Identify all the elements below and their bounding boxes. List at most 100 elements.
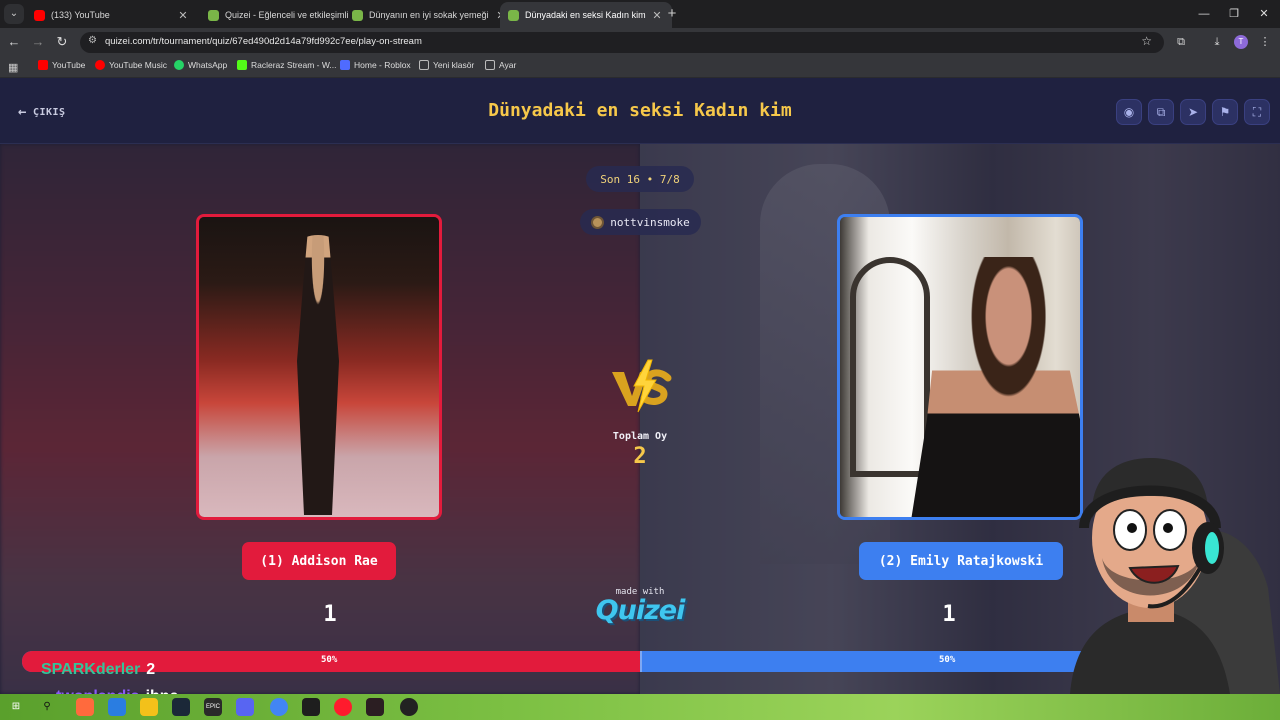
winrar-icon[interactable] [302, 698, 320, 716]
flag-icon[interactable]: ⚑ [1212, 99, 1238, 125]
whatsapp-icon [174, 60, 184, 70]
close-window-icon[interactable]: ✕ [1248, 4, 1280, 24]
search-icon[interactable]: ⚲ [38, 698, 56, 716]
folder-icon [419, 60, 429, 70]
url-bar[interactable]: ⚙ quizei.com/tr/tournament/quiz/67ed490d… [80, 32, 1164, 53]
chrome-icon[interactable] [270, 698, 288, 716]
bookmark-folder-ayar[interactable]: Ayar [485, 60, 516, 70]
profile-avatar[interactable]: T [1234, 35, 1248, 49]
youtube-icon [34, 9, 45, 21]
streamer-badge: nottvinsmoke [580, 209, 701, 235]
back-icon[interactable]: ← [4, 33, 24, 51]
chat-message-1: SPARKderler 2 [41, 661, 155, 679]
bookmark-label: Racleraz Stream - W... [251, 60, 337, 70]
close-tab-icon[interactable]: ✕ [650, 9, 664, 22]
chat-user: SPARKderler [41, 661, 141, 678]
steam-icon[interactable] [172, 698, 190, 716]
total-votes-label: Toplam Oy [612, 431, 668, 442]
address-bar-row: ← → ↻ ⚙ quizei.com/tr/tournament/quiz/67… [0, 28, 1280, 56]
bookmark-whatsapp[interactable]: WhatsApp [174, 60, 227, 70]
restore-icon[interactable]: ❐ [1218, 4, 1250, 24]
vote-count-1: 1 [323, 602, 337, 627]
bookmark-label: YouTube Music [109, 60, 167, 70]
file-explorer-icon[interactable] [140, 698, 158, 716]
tab-title: Dünyanın en iyi sokak yemeği [369, 10, 489, 20]
folder-icon [485, 60, 495, 70]
capcut-icon[interactable] [366, 698, 384, 716]
roblox-icon [340, 60, 350, 70]
bookmark-roblox[interactable]: Home - Roblox [340, 60, 411, 70]
quizei-icon [508, 9, 519, 21]
fullscreen-icon[interactable]: ⛶ [1244, 99, 1270, 125]
quizei-icon [352, 9, 363, 21]
exit-label: ÇIKIŞ [32, 106, 66, 118]
extensions-icon[interactable]: ⧉ [1172, 34, 1190, 50]
apps-grid-icon[interactable]: ▦ [8, 61, 18, 74]
eye-icon[interactable]: ◉ [1116, 99, 1142, 125]
streamer-webcam-overlay [1070, 458, 1280, 694]
kick-icon [237, 60, 247, 70]
vote-button-2[interactable]: (2) Emily Ratajkowski [859, 542, 1063, 580]
windows-taskbar: ⊞ ⚲ EPIC [0, 694, 1280, 720]
new-tab-icon[interactable]: + [664, 5, 680, 23]
tab-youtube[interactable]: (133) YouTube ✕ [26, 2, 198, 28]
tab-title: (133) YouTube [51, 10, 110, 20]
close-tab-icon[interactable]: ✕ [176, 9, 190, 22]
bookmark-folder-yeni[interactable]: Yeni klasör [419, 60, 474, 70]
youtube-icon [38, 60, 48, 70]
browser-tab-bar: ⌄ (133) YouTube ✕ Quizei - Eğlenceli ve … [0, 0, 1280, 28]
exit-button[interactable]: ← ÇIKIŞ [18, 104, 66, 120]
tab-title: Dünyadaki en seksi Kadın kim [525, 10, 646, 20]
chat-text: 2 [146, 661, 156, 678]
bookmark-youtube-music[interactable]: YouTube Music [95, 60, 167, 70]
tab-title: Quizei - Eğlenceli ve etkileşimli [225, 10, 349, 20]
reload-icon[interactable]: ↻ [52, 33, 72, 51]
vote-percent-1: 50% [321, 655, 338, 665]
youtube-music-icon [95, 60, 105, 70]
download-icon[interactable]: ⤓ [1208, 34, 1226, 50]
round-badge: Son 16 • 7/8 [586, 166, 694, 192]
streamer-name: nottvinsmoke [610, 215, 690, 229]
windows-start-icon[interactable]: ⊞ [7, 698, 25, 716]
quizei-icon [208, 9, 219, 21]
contestant-photo-1 [199, 217, 439, 517]
bookmark-label: Home - Roblox [354, 60, 411, 70]
copy-icon[interactable]: ⧉ [1148, 99, 1174, 125]
app-icon[interactable] [76, 698, 94, 716]
send-icon[interactable]: ➤ [1180, 99, 1206, 125]
vs-lightning-icon [612, 359, 672, 413]
streamer-avatar [591, 215, 605, 229]
vote-percent-2: 50% [939, 655, 956, 665]
vote-button-1[interactable]: (1) Addison Rae [242, 542, 396, 580]
page-title: Dünyadaki en seksi Kadın kim [488, 100, 792, 121]
epic-games-icon[interactable]: EPIC [204, 698, 222, 716]
quiz-page: ← ÇIKIŞ Dünyadaki en seksi Kadın kim ◉ ⧉… [0, 78, 1280, 694]
bookmark-label: Yeni klasör [433, 60, 475, 70]
forward-icon[interactable]: → [28, 33, 48, 51]
menu-kebab-icon[interactable]: ⋮ [1256, 34, 1274, 50]
bookmark-star-icon[interactable]: ☆ [1141, 34, 1152, 48]
bookmark-kick[interactable]: Racleraz Stream - W... [237, 60, 337, 70]
url-text[interactable]: quizei.com/tr/tournament/quiz/67ed490d2d… [105, 36, 422, 47]
site-info-icon[interactable]: ⚙ [88, 35, 97, 46]
minimize-icon[interactable]: — [1188, 4, 1220, 24]
bookmarks-bar: ▦ YouTube YouTube Music WhatsApp Raclera… [0, 56, 1280, 78]
edge-icon[interactable] [108, 698, 126, 716]
vote-count-2: 1 [942, 602, 956, 627]
tab-street-food[interactable]: Dünyanın en iyi sokak yemeği ✕ [344, 2, 516, 28]
total-votes-value: 2 [633, 444, 647, 469]
obs-icon[interactable] [400, 698, 418, 716]
bookmark-label: Ayar [499, 60, 517, 70]
quiz-header: ← ÇIKIŞ Dünyadaki en seksi Kadın kim ◉ ⧉… [0, 78, 1280, 144]
contestant-card-1[interactable] [196, 214, 442, 520]
tab-active-quiz[interactable]: Dünyadaki en seksi Kadın kim ✕ [500, 2, 672, 28]
arrow-left-icon: ← [18, 104, 27, 120]
discord-icon[interactable] [236, 698, 254, 716]
quizei-logo[interactable]: Quizei [580, 595, 700, 626]
bookmark-youtube[interactable]: YouTube [38, 60, 85, 70]
round-label: Son 16 • 7/8 [600, 172, 680, 186]
bookmark-label: YouTube [52, 60, 86, 70]
tab-search-icon[interactable]: ⌄ [4, 4, 24, 24]
bookmark-label: WhatsApp [188, 60, 228, 70]
opera-gx-icon[interactable] [334, 698, 352, 716]
